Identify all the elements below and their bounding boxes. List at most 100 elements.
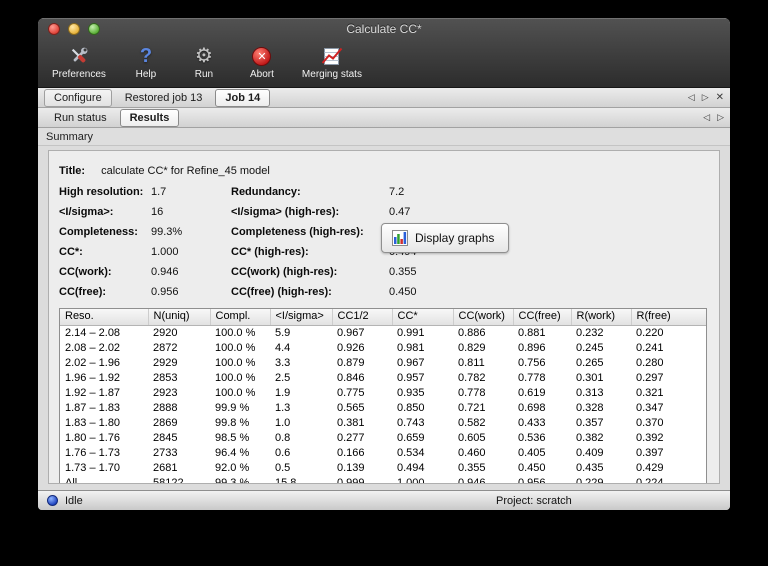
merging-stats-button[interactable]: Merging stats (298, 42, 366, 81)
table-row[interactable]: 1.76 – 1.73 2733 96.4 % 0.6 0.166 0.534 0.460 0… (60, 446, 706, 461)
table-cell: 0.582 (458, 417, 486, 429)
close-window-icon[interactable] (48, 23, 60, 35)
table-cell: 96.4 % (215, 447, 250, 459)
column-header[interactable]: CC* (392, 309, 454, 326)
tab-close-icon[interactable]: ✕ (716, 92, 724, 103)
table-cell: 0.775 (337, 387, 365, 399)
result-scroll-left-icon[interactable]: ◁ (703, 112, 710, 123)
run-icon: ⚙ (194, 45, 213, 67)
titlebar[interactable]: Calculate CC* (38, 18, 730, 40)
summary-title-value: calculate CC* for Refine_45 model (101, 165, 270, 177)
minimize-window-icon[interactable] (68, 23, 80, 35)
column-header[interactable]: Compl. (210, 309, 271, 326)
summary-section-header[interactable]: Summary (38, 128, 730, 146)
preferences-button[interactable]: Preferences (48, 42, 110, 81)
table-cell: 1.80 – 1.76 (65, 432, 121, 444)
table-cell: 0.534 (397, 447, 425, 459)
table-cell: 1.3 (275, 402, 291, 414)
tab-scroll-left-icon[interactable]: ◁ (688, 92, 695, 103)
tab-configure[interactable]: Configure (44, 88, 112, 107)
table-cell: 4.4 (275, 342, 291, 354)
table-cell: 0.435 (576, 462, 604, 474)
summary-label: CC(free) (high-res): (231, 286, 332, 298)
tool-label: Help (135, 69, 157, 80)
display-graphs-button[interactable]: Display graphs (381, 223, 510, 253)
column-header[interactable]: R(work) (571, 309, 632, 326)
merging-stats-icon (321, 43, 343, 69)
table-row[interactable]: 1.87 – 1.83 2888 99.9 % 1.3 0.565 0.850 0.721 0… (60, 401, 706, 416)
status-led-icon (47, 495, 58, 506)
summary-value: 7.2 (389, 186, 405, 198)
table-cell: 0.494 (397, 462, 425, 474)
summary-label: <I/sigma>: (59, 206, 114, 218)
table-cell: 0.956 (518, 477, 546, 484)
table-cell: 0.721 (458, 402, 486, 414)
tab-results[interactable]: Results (119, 108, 180, 127)
table-cell: 0.277 (337, 432, 365, 444)
table-cell: 0.357 (576, 417, 604, 429)
table-cell: 1.92 – 1.87 (65, 387, 121, 399)
table-cell: 2888 (153, 402, 178, 414)
column-header[interactable]: CC(free) (513, 309, 572, 326)
table-cell: 0.392 (636, 432, 664, 444)
table-cell: 58122 (153, 477, 184, 484)
table-cell: 0.698 (518, 402, 546, 414)
summary-value: 16 (151, 206, 164, 218)
table-cell: 0.946 (458, 477, 486, 484)
summary-value: 0.450 (389, 286, 417, 298)
table-cell: 0.743 (397, 417, 425, 429)
tab-job-14[interactable]: Job 14 (215, 88, 271, 107)
table-cell: 2681 (153, 462, 178, 474)
table-cell: 0.370 (636, 417, 664, 429)
table-row[interactable]: 1.73 – 1.70 2681 92.0 % 0.5 0.139 0.494 0.355 0… (60, 461, 706, 476)
column-header[interactable]: N(uniq) (148, 309, 211, 326)
table-cell: 0.981 (397, 342, 425, 354)
result-tab-controls: ◁ ▷ (703, 112, 724, 123)
project-label: Project: scratch (496, 494, 572, 507)
table-cell: 0.347 (636, 402, 664, 414)
table-row[interactable]: 1.92 – 1.87 2923 100.0 % 1.9 0.775 0.935 0.778… (60, 386, 706, 401)
summary-value: 0.956 (151, 286, 179, 298)
table-row[interactable]: 2.14 – 2.08 2920 100.0 % 5.9 0.967 0.991 0.886… (60, 326, 706, 342)
table-cell: 0.433 (518, 417, 546, 429)
column-header[interactable]: R(free) (631, 309, 706, 326)
abort-button[interactable]: ✕ Abort (240, 42, 284, 81)
summary-label: Completeness (high-res): (231, 226, 364, 238)
column-header[interactable]: Reso. (60, 309, 149, 326)
table-cell: 0.382 (576, 432, 604, 444)
table-cell: 0.321 (636, 387, 664, 399)
table-row[interactable]: 1.83 – 1.80 2869 99.8 % 1.0 0.381 0.743 0.582 0… (60, 416, 706, 431)
tab-run-status[interactable]: Run status (44, 109, 117, 127)
column-header[interactable]: CC(work) (453, 309, 514, 326)
table-cell: 0.756 (518, 357, 546, 369)
table-cell: 0.619 (518, 387, 546, 399)
zoom-window-icon[interactable] (88, 23, 100, 35)
help-button[interactable]: ? Help (124, 42, 168, 81)
run-button[interactable]: ⚙ Run (182, 42, 226, 81)
table-row[interactable]: 1.80 – 1.76 2845 98.5 % 0.8 0.277 0.659 0.605 0… (60, 431, 706, 446)
table-row[interactable]: All 58122 99.3 % 15.8 0.999 1.000 0.946 0.956 0.… (60, 476, 706, 484)
column-header[interactable]: CC1/2 (332, 309, 393, 326)
table-cell: 1.0 (275, 417, 291, 429)
table-cell: 0.957 (397, 372, 425, 384)
tab-scroll-right-icon[interactable]: ▷ (702, 92, 709, 103)
statistics-table: Reso. N(uniq) Compl. <I/sigma> CC1/2 CC* CC(wo… (59, 308, 707, 484)
table-cell: 0.782 (458, 372, 486, 384)
table-row[interactable]: 1.96 – 1.92 2853 100.0 % 2.5 0.846 0.957 0.782… (60, 371, 706, 386)
table-cell: 0.232 (576, 327, 604, 339)
summary-label: High resolution: (59, 186, 144, 198)
table-cell: 2.08 – 2.02 (65, 342, 121, 354)
table-cell: 2.14 – 2.08 (65, 327, 121, 339)
table-row[interactable]: 2.08 – 2.02 2872 100.0 % 4.4 0.926 0.981 0.829… (60, 341, 706, 356)
table-cell: 0.139 (337, 462, 365, 474)
table-row[interactable]: 2.02 – 1.96 2929 100.0 % 3.3 0.879 0.967 0.811… (60, 356, 706, 371)
table-cell: 2.5 (275, 372, 291, 384)
tool-label: Abort (249, 69, 274, 80)
column-header[interactable]: <I/sigma> (270, 309, 333, 326)
content-area: Title: calculate CC* for Refine_45 model… (38, 146, 730, 490)
tab-restored-job-13[interactable]: Restored job 13 (115, 89, 213, 107)
table-cell: 0.166 (337, 447, 365, 459)
result-scroll-right-icon[interactable]: ▷ (717, 112, 724, 123)
job-tab-bar: Configure Restored job 13 Job 14 ◁ ▷ ✕ (38, 88, 730, 108)
summary-label: CC(work): (59, 266, 112, 278)
